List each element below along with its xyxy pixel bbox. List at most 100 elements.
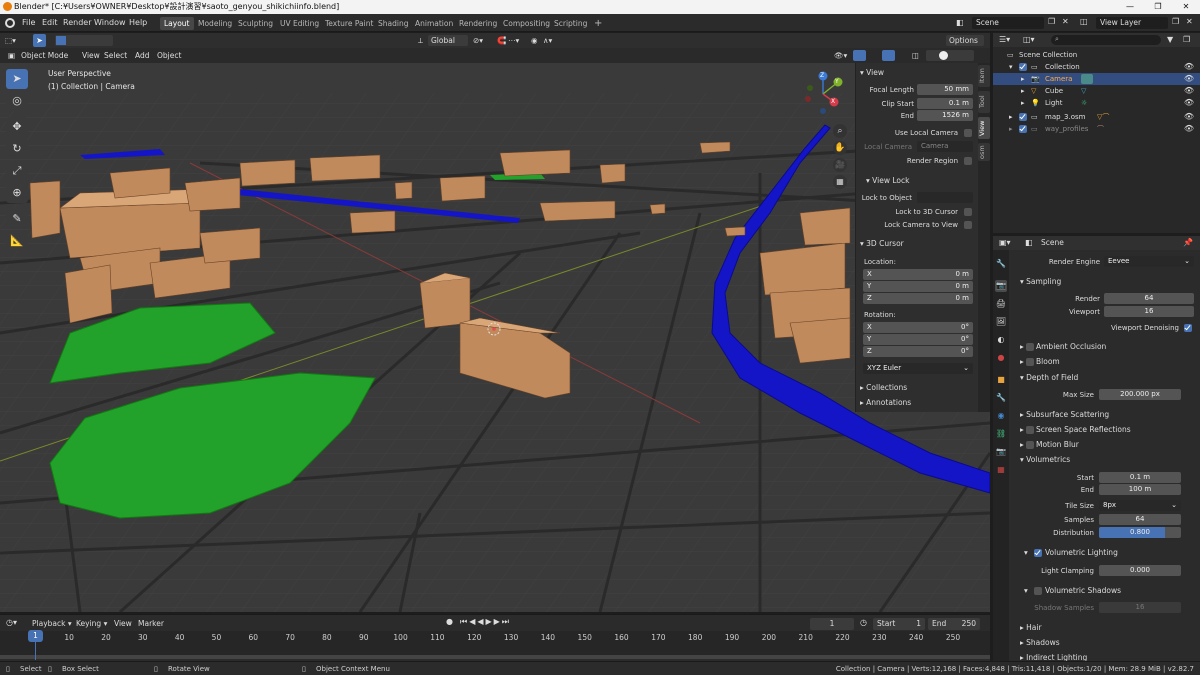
falloff-icon[interactable]: ∧▾ xyxy=(543,35,552,46)
bloom-checkbox[interactable] xyxy=(1026,358,1034,366)
annotate-tool[interactable]: ✎ xyxy=(6,209,28,229)
shading-mode-group[interactable] xyxy=(926,50,974,61)
transform-tool[interactable]: ⊕ xyxy=(6,183,28,203)
menu-keying[interactable]: Keying ▾ xyxy=(76,618,107,629)
measure-tool[interactable]: 📐 xyxy=(6,231,28,251)
vol-shadows-checkbox[interactable] xyxy=(1034,587,1042,595)
gizmo-toggle-icon[interactable] xyxy=(853,50,866,61)
cursor-rot-y[interactable]: Y 0° xyxy=(863,334,973,345)
tab-item[interactable]: Item xyxy=(978,65,990,87)
add-workspace-icon[interactable]: + xyxy=(590,17,606,30)
object-mode-icon[interactable]: ▣ xyxy=(8,50,15,61)
blender-menu-icon[interactable] xyxy=(5,18,15,28)
current-frame-field[interactable]: 1 xyxy=(810,618,854,630)
menu-playback[interactable]: Playback ▾ xyxy=(32,618,72,629)
eye-icon[interactable]: 👁 xyxy=(1184,111,1194,123)
menu-window[interactable]: Window xyxy=(94,17,126,29)
volumetrics-header[interactable]: ▾ Volumetrics xyxy=(1020,455,1070,464)
clock-icon[interactable]: ◷ xyxy=(860,618,867,627)
constraints-tab-icon[interactable]: ⛓ xyxy=(995,428,1007,440)
selection-mode-set-icon[interactable] xyxy=(56,36,66,45)
start-frame-field[interactable]: Start 1 xyxy=(873,618,925,630)
exclude-checkbox[interactable] xyxy=(1019,125,1027,133)
local-camera-field[interactable]: Camera xyxy=(917,141,973,152)
new-scene-icon[interactable]: ❐ xyxy=(1048,17,1055,26)
move-tool[interactable]: ✥ xyxy=(6,117,28,137)
scene-icon[interactable]: ◧ xyxy=(956,18,964,27)
minimize-icon[interactable]: — xyxy=(1116,0,1144,14)
outliner-row-collection[interactable]: ▾ ▭ Collection 👁 xyxy=(993,61,1200,73)
new-collection-icon[interactable]: ❐ xyxy=(1183,35,1190,44)
transform-orientation-dropdown[interactable]: Global xyxy=(428,35,468,46)
cursor-rot-z[interactable]: Z 0° xyxy=(863,346,973,357)
world-tab-icon[interactable]: ● xyxy=(995,352,1007,364)
render-region-checkbox[interactable] xyxy=(964,157,972,165)
shadows-header[interactable]: ▸ Shadows xyxy=(1020,638,1060,647)
eye-icon[interactable]: 👁 xyxy=(1184,61,1194,73)
collections-panel-header[interactable]: ▸ Collections xyxy=(860,383,907,392)
tab-layout[interactable]: Layout xyxy=(160,17,194,30)
playhead-frame[interactable]: 1 xyxy=(28,630,43,642)
outliner-row-way-profiles[interactable]: ▸ ▭ way_profiles ⌒ 👁 xyxy=(993,123,1200,135)
render-engine-dropdown[interactable]: Eevee ⌄ xyxy=(1104,256,1194,267)
solid-shading-icon[interactable] xyxy=(939,51,948,60)
cursor-panel-header[interactable]: ▾ 3D Cursor xyxy=(860,239,904,248)
outliner-row-camera[interactable]: ▸ 📷 Camera 👁 xyxy=(993,73,1200,85)
menu-add[interactable]: Add xyxy=(135,50,150,61)
vol-shadows-header[interactable]: ▾ xyxy=(1024,586,1028,595)
bloom-header[interactable]: ▸ xyxy=(1020,357,1024,366)
view-layer-field[interactable]: View Layer xyxy=(1096,17,1168,29)
vol-lighting-header[interactable]: ▾ xyxy=(1024,548,1028,557)
eye-icon[interactable]: 👁 xyxy=(1184,73,1194,85)
lock-camera-checkbox[interactable] xyxy=(964,221,972,229)
output-tab-icon[interactable]: 🖨 xyxy=(995,298,1007,310)
ssr-header[interactable]: ▸ xyxy=(1020,425,1024,434)
render-samples-field[interactable]: 64 xyxy=(1104,293,1194,304)
dof-header[interactable]: ▾ Depth of Field xyxy=(1020,373,1078,382)
snap-target-icon[interactable]: ⋯▾ xyxy=(508,35,519,46)
outliner-row-scene-collection[interactable]: ▭ Scene Collection xyxy=(993,49,1200,61)
tab-tool[interactable]: Tool xyxy=(978,91,990,113)
pin-icon[interactable]: 📌 xyxy=(1183,238,1193,247)
rotate-tool[interactable]: ↻ xyxy=(6,139,28,159)
physics-tab-icon[interactable]: ◉ xyxy=(995,410,1007,422)
clip-start-field[interactable]: 0.1 m xyxy=(917,98,973,109)
lock-to-object-field[interactable] xyxy=(917,192,973,203)
outliner-row-cube[interactable]: ▸ ▽ Cube ▽ 👁 xyxy=(993,85,1200,97)
tab-compositing[interactable]: Compositing xyxy=(499,17,554,30)
outliner-editor-icon[interactable]: ☰▾ xyxy=(999,35,1010,44)
tool-tab-icon[interactable]: 🔧 xyxy=(995,258,1007,270)
menu-render[interactable]: Render xyxy=(63,17,91,29)
vol-start-field[interactable]: 0.1 m xyxy=(1099,472,1181,483)
cursor-loc-y[interactable]: Y 0 m xyxy=(863,281,973,292)
tab-animation[interactable]: Animation xyxy=(411,17,457,30)
hair-header[interactable]: ▸ Hair xyxy=(1020,623,1042,632)
distribution-slider[interactable]: 0.800 xyxy=(1099,527,1181,538)
tab-rendering[interactable]: Rendering xyxy=(455,17,501,30)
eye-icon[interactable]: 👁 xyxy=(1184,85,1194,97)
select-box-tool[interactable]: ➤ xyxy=(6,69,28,89)
outliner-row-light[interactable]: ▸ 💡 Light ☼ 👁 xyxy=(993,97,1200,109)
sampling-header[interactable]: ▾ Sampling xyxy=(1020,277,1061,286)
shadow-samples-field[interactable]: 16 xyxy=(1099,602,1181,613)
display-mode-icon[interactable]: ◫▾ xyxy=(1023,35,1035,44)
pan-hand-icon[interactable]: ✋ xyxy=(833,141,847,155)
cursor-rot-x[interactable]: X 0° xyxy=(863,322,973,333)
view-layer-icon[interactable]: ◫ xyxy=(1080,17,1088,26)
properties-editor-icon[interactable]: ▣▾ xyxy=(999,238,1011,247)
playback-controls-icon[interactable]: ⏮◀◀▶▶⏭ xyxy=(460,617,511,627)
proportional-editing-icon[interactable]: ◉ xyxy=(531,35,538,46)
object-mode-dropdown[interactable]: Object Mode xyxy=(18,50,70,61)
use-local-camera-checkbox[interactable] xyxy=(964,129,972,137)
view-lock-header[interactable]: ▾ View Lock xyxy=(866,176,909,185)
delete-scene-icon[interactable]: ✕ xyxy=(1062,17,1069,26)
rotation-mode-dropdown[interactable]: XYZ Euler ⌄ xyxy=(863,363,973,374)
transform-orientation-icon[interactable]: ⟂ xyxy=(418,35,423,46)
ao-checkbox[interactable] xyxy=(1026,343,1034,351)
vol-end-field[interactable]: 100 m xyxy=(1099,484,1181,495)
light-clamping-field[interactable]: 0.000 xyxy=(1099,565,1181,576)
menu-select[interactable]: Select xyxy=(104,50,127,61)
data-tab-icon[interactable]: 📷 xyxy=(995,446,1007,458)
scene-tab-icon[interactable]: ◐ xyxy=(995,334,1007,346)
annotations-panel-header[interactable]: ▸ Annotations xyxy=(860,398,911,407)
